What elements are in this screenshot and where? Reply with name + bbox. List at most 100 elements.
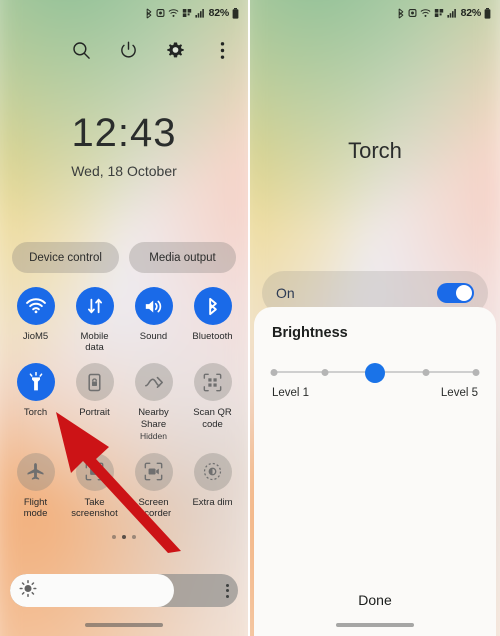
settings-icon[interactable]	[163, 38, 187, 62]
page-title: Torch	[348, 138, 402, 163]
tile-sublabel: Hidden	[140, 430, 167, 441]
tile-mobile-data[interactable]: Mobile data	[65, 287, 124, 353]
extra-dim-icon	[203, 463, 222, 481]
tile-icon-wrapper	[193, 287, 232, 325]
portrait-lock-icon	[88, 373, 101, 392]
tile-label: JioM5	[22, 331, 49, 342]
home-indicator	[85, 623, 163, 627]
wifi-icon	[420, 9, 430, 17]
qr-code-icon	[203, 373, 222, 392]
tile-label: Screen recorder	[135, 496, 172, 520]
tile-icon-wrapper	[134, 363, 173, 402]
brightness-slider[interactable]	[10, 574, 238, 607]
tile-label: Extra dim	[192, 496, 233, 508]
slider-stop-1[interactable]	[270, 368, 278, 376]
tile-label: Take screenshot	[71, 496, 118, 520]
bluetooth-icon	[398, 8, 403, 18]
battery-percentage: 82%	[208, 7, 230, 19]
tile-icon-wrapper	[16, 363, 55, 402]
slider-min-label: Level 1	[272, 387, 310, 399]
alarm-icon	[408, 9, 417, 17]
tile-icon-wrapper	[193, 363, 232, 402]
alarm-icon	[156, 9, 165, 17]
tile-label: Flight mode	[23, 496, 48, 520]
tile-label: Nearby Share	[138, 407, 169, 430]
slider-thumb[interactable]	[365, 362, 385, 383]
airplane-icon	[27, 463, 44, 480]
tile-bluetooth[interactable]: Bluetooth	[183, 287, 242, 353]
tile-nearby-share[interactable]: Nearby Share Hidden	[124, 363, 183, 441]
tile-icon-wrapper	[193, 452, 232, 491]
brightness-sun-icon	[19, 579, 37, 602]
page-indicator-dots	[0, 535, 248, 540]
tile-label: Scan QR code	[193, 407, 232, 430]
status-bar: 82%	[0, 0, 248, 26]
tile-icon-wrapper	[16, 452, 55, 491]
tile-row-3: Flight mode Take screenshot Screen recor…	[6, 452, 242, 520]
quick-settings-panel: 82% 12:43 Wed, 18 October Device control…	[0, 0, 250, 636]
torch-icon	[29, 372, 42, 391]
tile-label: Bluetooth	[192, 331, 233, 342]
screenshot-root: 82% 12:43 Wed, 18 October Device control…	[0, 0, 500, 636]
slider-stop-4[interactable]	[422, 368, 429, 376]
tile-label: Mobile data	[80, 331, 109, 354]
tile-icon-wrapper	[75, 287, 114, 325]
overflow-icon[interactable]	[210, 38, 234, 62]
slider-max-label: Level 5	[440, 387, 478, 399]
tile-screen-recorder[interactable]: Screen recorder	[124, 452, 183, 520]
tile-jiom5[interactable]: JioM5	[6, 287, 65, 353]
battery-icon	[232, 7, 239, 19]
page-dot[interactable]	[132, 535, 136, 540]
quick-settings-header-actions	[0, 26, 248, 66]
tile-extra-dim[interactable]: Extra dim	[183, 452, 242, 519]
tile-label: Torch	[23, 407, 48, 419]
tile-icon-wrapper	[75, 363, 114, 402]
signal-icon	[446, 9, 456, 18]
nearby-share-icon	[144, 376, 163, 388]
torch-detail-panel: 82% Torch On Brightness Level 1 Level 5 …	[250, 0, 500, 636]
device-control-button[interactable]: Device control	[12, 242, 119, 273]
tile-flight-mode[interactable]: Flight mode	[6, 452, 65, 520]
brightness-sheet: Brightness Level 1 Level 5 Done	[254, 307, 496, 636]
toggle-knob	[456, 285, 472, 301]
tile-take-screenshot[interactable]: Take screenshot	[65, 452, 124, 520]
wifi-icon	[25, 298, 46, 314]
tile-portrait[interactable]: Portrait	[65, 363, 124, 440]
clock-date: Wed, 18 October	[71, 163, 177, 179]
mobile-data-icon	[87, 298, 102, 314]
power-icon[interactable]	[116, 38, 140, 62]
slider-stop-2[interactable]	[321, 368, 328, 376]
bluetooth-icon	[208, 297, 217, 315]
torch-toggle-label: On	[276, 285, 295, 301]
page-dot-active[interactable]	[122, 535, 126, 540]
tile-icon-wrapper	[16, 287, 55, 325]
tile-row-1: JioM5 Mobile data Sound Bluetooth	[6, 287, 242, 353]
done-button[interactable]: Done	[254, 592, 496, 608]
brightness-overflow-icon[interactable]	[226, 583, 229, 598]
sound-icon	[145, 300, 162, 312]
screenshot-icon	[85, 462, 104, 481]
torch-toggle-switch[interactable]	[437, 283, 474, 303]
tile-torch[interactable]: Torch	[6, 363, 65, 440]
search-icon[interactable]	[69, 38, 93, 62]
tile-label: Portrait	[79, 407, 110, 419]
tile-scan-qr-code[interactable]: Scan QR code	[183, 363, 242, 440]
media-output-button[interactable]: Media output	[129, 242, 236, 273]
clock-time: 12:43	[71, 111, 177, 155]
battery-icon	[484, 7, 491, 19]
quick-setting-tiles: JioM5 Mobile data Sound Bluetooth Torch …	[0, 273, 248, 519]
tile-icon-wrapper	[134, 452, 173, 491]
tile-sound[interactable]: Sound	[124, 287, 183, 353]
page-dot[interactable]	[112, 535, 116, 540]
slider-labels: Level 1 Level 5	[272, 387, 478, 399]
brightness-bar-wrapper	[10, 574, 238, 607]
status-bar: 82%	[250, 0, 500, 26]
brightness-level-slider[interactable]	[270, 362, 480, 383]
wifi-icon	[168, 9, 178, 17]
nfc-icon	[434, 9, 443, 17]
signal-icon	[194, 9, 204, 18]
slider-stop-5[interactable]	[472, 368, 480, 376]
control-pills: Device control Media output	[0, 242, 248, 273]
tile-icon-wrapper	[134, 287, 173, 325]
brightness-title: Brightness	[272, 325, 348, 341]
